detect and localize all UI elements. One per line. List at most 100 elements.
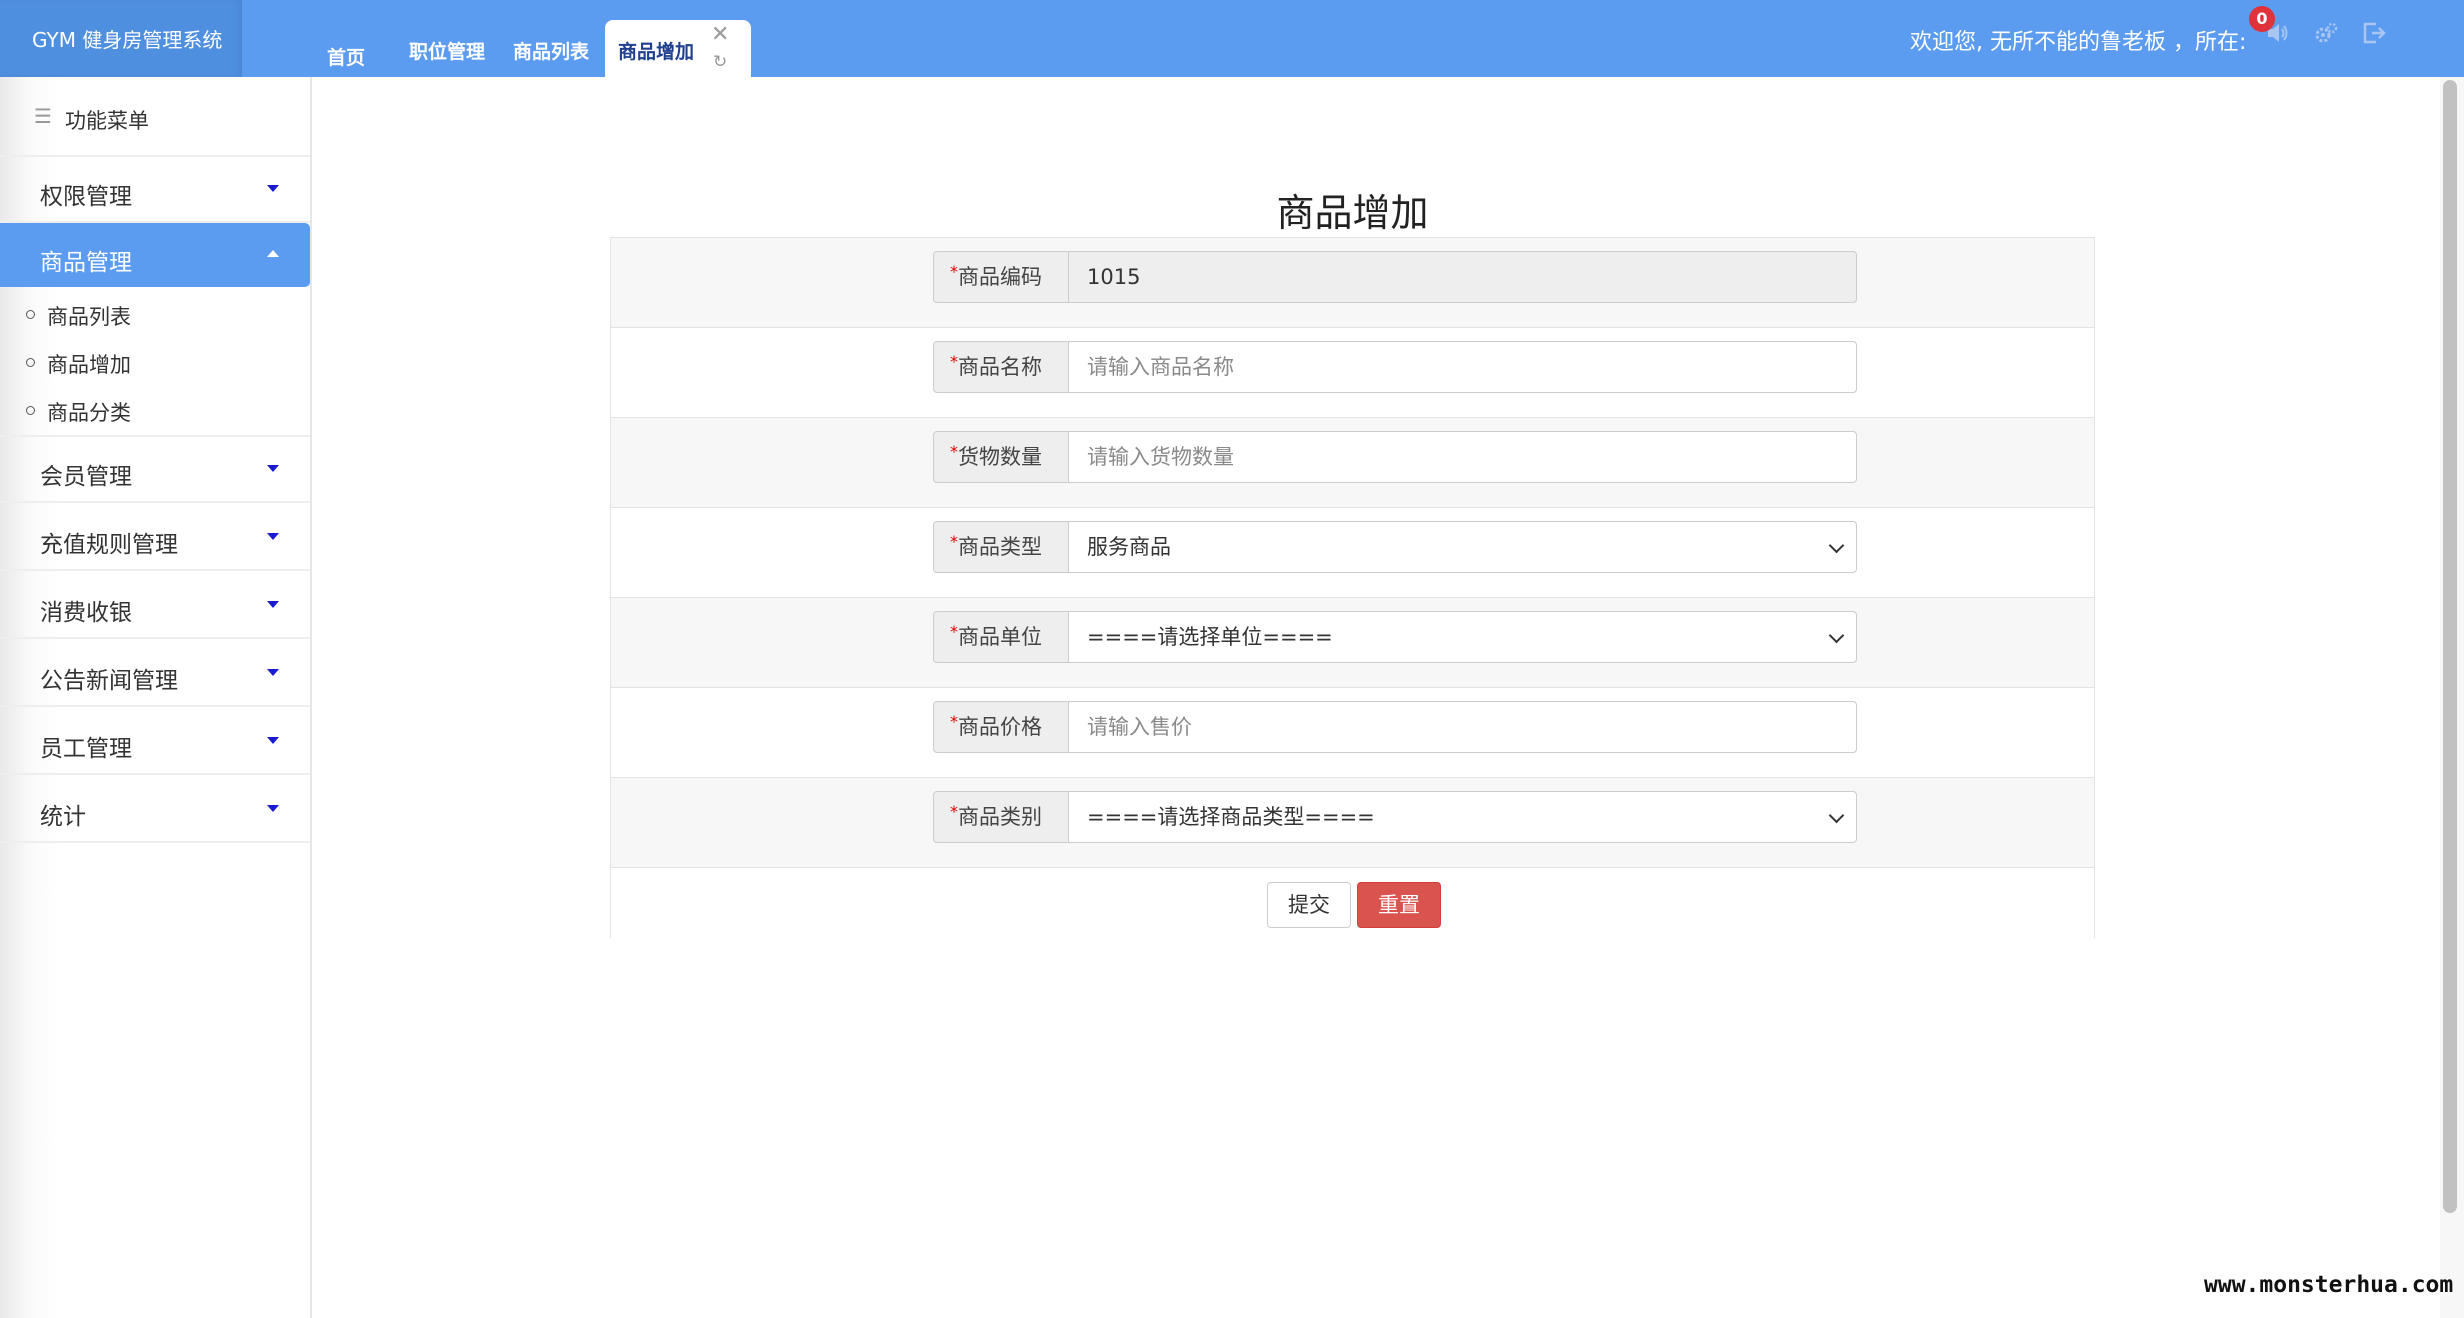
chevron-up-icon <box>267 250 279 257</box>
scrollbar-thumb[interactable] <box>2443 80 2457 1213</box>
sidebar-item-news[interactable]: 公告新闻管理 <box>0 641 310 707</box>
sidebar-title-label: 功能菜单 <box>65 109 149 133</box>
sidebar-item-staff[interactable]: 员工管理 <box>0 709 310 775</box>
sidebar-subitem-label: 商品分类 <box>47 401 131 425</box>
field-label-text: 商品类别 <box>958 805 1042 829</box>
chevron-down-icon <box>267 601 279 608</box>
tab-goods-list[interactable]: 商品列表 <box>513 0 603 77</box>
notification-badge: 0 <box>2249 6 2275 32</box>
form-row-quantity: *货物数量 请输入货物数量 <box>611 418 2094 508</box>
sidebar-item-label: 会员管理 <box>40 464 132 490</box>
circle-icon <box>26 358 35 367</box>
required-mark: * <box>950 802 958 821</box>
goods-type-select[interactable]: 服务商品 <box>1068 521 1857 573</box>
required-mark: * <box>950 442 958 461</box>
submit-button[interactable]: 提交 <box>1267 882 1351 928</box>
logout-icon[interactable] <box>2358 20 2390 52</box>
tab-label: 首页 <box>327 47 366 69</box>
top-header: GYM 健身房管理系统 首页 职位管理 商品列表 商品增加 ✕ ↻ 欢迎您, 无… <box>0 0 2464 77</box>
watermark: www.monsterhua.com <box>2204 1272 2454 1298</box>
goods-code-field[interactable]: 1015 <box>1068 251 1857 303</box>
form-row-type: *商品类型 服务商品 <box>611 508 2094 598</box>
sidebar-item-members[interactable]: 会员管理 <box>0 437 310 503</box>
field-label-quantity: *货物数量 <box>933 431 1069 483</box>
close-icon[interactable]: ✕ <box>711 22 729 47</box>
sidebar-item-label: 消费收银 <box>40 600 132 626</box>
field-label-price: *商品价格 <box>933 701 1069 753</box>
sidebar-item-statistics[interactable]: 统计 <box>0 777 310 843</box>
required-mark: * <box>950 262 958 281</box>
sidebar-item-label: 权限管理 <box>40 184 132 210</box>
chevron-down-icon <box>1828 807 1845 824</box>
field-label-text: 商品单位 <box>958 625 1042 649</box>
chevron-down-icon <box>1828 537 1845 554</box>
goods-name-input[interactable]: 请输入商品名称 <box>1068 341 1857 393</box>
sidebar-item-label: 统计 <box>40 804 86 830</box>
price-input[interactable]: 请输入售价 <box>1068 701 1857 753</box>
quantity-input[interactable]: 请输入货物数量 <box>1068 431 1857 483</box>
sidebar-item-recharge-rules[interactable]: 充值规则管理 <box>0 505 310 571</box>
tab-label: 商品增加 <box>618 41 695 63</box>
field-label-type: *商品类型 <box>933 521 1069 573</box>
form-row-category: *商品类别 ====请选择商品类型==== <box>611 778 2094 868</box>
field-label-text: 商品类型 <box>958 535 1042 559</box>
select-value: ====请选择商品类型==== <box>1087 805 1375 829</box>
sidebar-item-goods[interactable]: 商品管理 <box>0 223 310 287</box>
reset-button[interactable]: 重置 <box>1357 882 1441 928</box>
field-label-category: *商品类别 <box>933 791 1069 843</box>
required-mark: * <box>950 532 958 551</box>
sidebar-item-label: 充值规则管理 <box>40 532 178 558</box>
form-row-unit: *商品单位 ====请选择单位==== <box>611 598 2094 688</box>
chevron-down-icon <box>267 465 279 472</box>
tab-label: 商品列表 <box>513 41 590 63</box>
form-row-name: *商品名称 请输入商品名称 <box>611 328 2094 418</box>
sidebar: ☰ 功能菜单 权限管理 商品管理 商品列表 商品增加 商品分类 会员管理 充值规… <box>0 77 312 1318</box>
goods-unit-select[interactable]: ====请选择单位==== <box>1068 611 1857 663</box>
field-label-name: *商品名称 <box>933 341 1069 393</box>
field-label-code: *商品编码 <box>933 251 1069 303</box>
sidebar-submenu: 商品列表 商品增加 商品分类 <box>0 287 310 437</box>
field-label-text: 货物数量 <box>958 445 1042 469</box>
sidebar-subitem-label: 商品增加 <box>47 353 131 377</box>
sidebar-subitem-label: 商品列表 <box>47 305 131 329</box>
required-mark: * <box>950 622 958 641</box>
menu-icon: ☰ <box>34 104 52 128</box>
form-row-price: *商品价格 请输入售价 <box>611 688 2094 778</box>
sidebar-subitem-goods-list[interactable]: 商品列表 <box>0 291 310 337</box>
tab-label: 职位管理 <box>409 41 486 63</box>
form-actions: 提交 重置 <box>611 868 2094 938</box>
select-value: 服务商品 <box>1087 535 1171 559</box>
field-label-text: 商品名称 <box>958 355 1042 379</box>
field-label-unit: *商品单位 <box>933 611 1069 663</box>
refresh-icon[interactable]: ↻ <box>713 52 727 72</box>
tab-home[interactable]: 首页 <box>327 0 387 77</box>
page-title: 商品增加 <box>1276 191 1429 235</box>
goods-category-select[interactable]: ====请选择商品类型==== <box>1068 791 1857 843</box>
chevron-down-icon <box>267 805 279 812</box>
tab-goods-add[interactable]: 商品增加 ✕ ↻ <box>605 20 751 77</box>
chevron-down-icon <box>1828 627 1845 644</box>
field-label-text: 商品编码 <box>958 265 1042 289</box>
sidebar-item-permissions[interactable]: 权限管理 <box>0 157 310 223</box>
sidebar-item-cashier[interactable]: 消费收银 <box>0 573 310 639</box>
sidebar-title: ☰ 功能菜单 <box>0 77 310 157</box>
circle-icon <box>26 406 35 415</box>
settings-icon[interactable] <box>2310 20 2342 52</box>
sidebar-item-label: 商品管理 <box>40 250 132 276</box>
goods-add-form: *商品编码 1015 *商品名称 请输入商品名称 *货物数量 请输入货物数量 *… <box>610 237 2095 938</box>
tab-job-management[interactable]: 职位管理 <box>409 0 499 77</box>
sidebar-item-label: 员工管理 <box>40 736 132 762</box>
required-mark: * <box>950 352 958 371</box>
chevron-down-icon <box>267 533 279 540</box>
chevron-down-icon <box>267 669 279 676</box>
field-label-text: 商品价格 <box>958 715 1042 739</box>
sidebar-subitem-goods-add[interactable]: 商品增加 <box>0 339 310 385</box>
circle-icon <box>26 310 35 319</box>
sidebar-subitem-goods-category[interactable]: 商品分类 <box>0 387 310 433</box>
form-row-code: *商品编码 1015 <box>611 238 2094 328</box>
chevron-down-icon <box>267 737 279 744</box>
select-value: ====请选择单位==== <box>1087 625 1333 649</box>
welcome-text: 欢迎您, 无所不能的鲁老板 ，所在: <box>1910 30 2247 55</box>
sidebar-item-label: 公告新闻管理 <box>40 668 178 694</box>
required-mark: * <box>950 712 958 731</box>
